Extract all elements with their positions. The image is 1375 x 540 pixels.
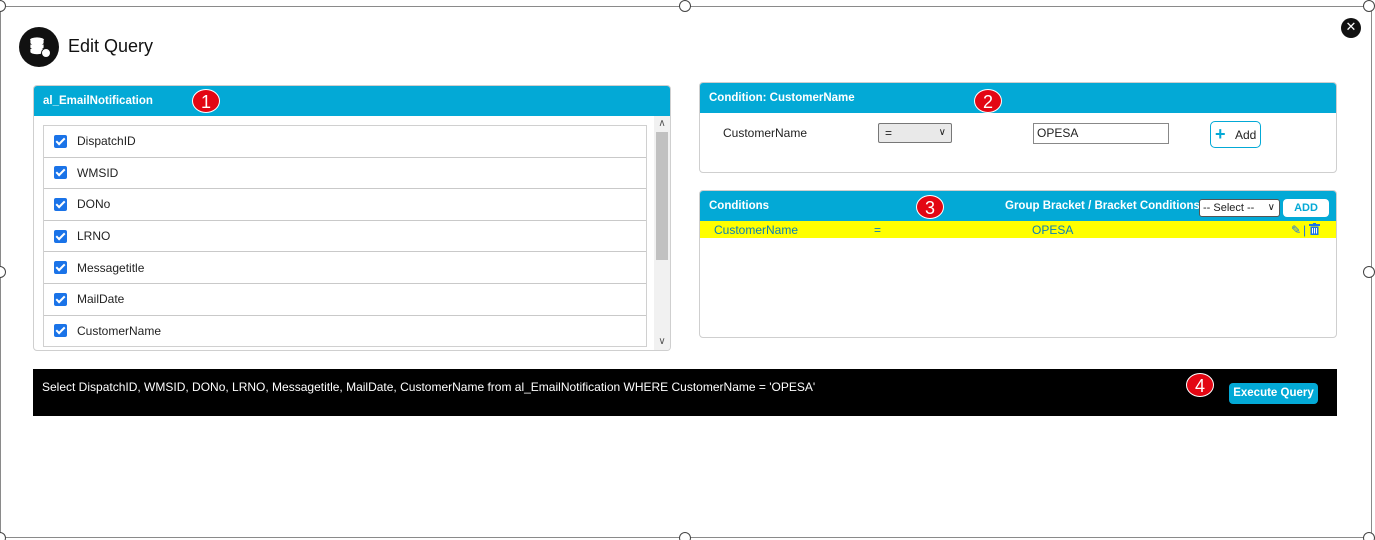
scroll-down-icon[interactable]: ∨ — [654, 335, 670, 349]
close-icon[interactable]: ✕ — [1341, 18, 1361, 38]
field-label: DONo — [77, 197, 111, 212]
execute-query-button[interactable]: Execute Query — [1229, 383, 1318, 404]
field-row[interactable]: DONo — [44, 189, 646, 221]
resize-handle-top-right[interactable] — [1363, 0, 1375, 12]
operator-select[interactable]: = ∨ — [878, 123, 952, 143]
field-label: DispatchID — [77, 134, 136, 149]
field-row[interactable]: LRNO — [44, 221, 646, 253]
step-badge-3: 3 — [916, 195, 944, 219]
condition-panel: Condition: CustomerName CustomerName = ∨… — [699, 82, 1337, 173]
group-bracket-label: Group Bracket / Bracket Conditions: — [1005, 200, 1204, 212]
operator-value: = — [885, 126, 893, 140]
field-label: Messagetitle — [77, 260, 145, 275]
resize-handle-middle-right[interactable] — [1363, 266, 1375, 278]
resize-handle-bottom-center[interactable] — [679, 532, 691, 540]
pencil-icon[interactable]: ✎ — [1291, 223, 1301, 237]
plus-icon: + — [1215, 124, 1226, 144]
condition-row-operator: = — [874, 223, 882, 237]
checkbox[interactable] — [54, 166, 67, 180]
trash-icon[interactable] — [1309, 223, 1320, 238]
step-badge-1: 1 — [192, 89, 220, 113]
dialog-title: Edit Query — [68, 36, 154, 56]
field-row[interactable]: DispatchID — [44, 126, 646, 158]
add-group-button[interactable]: ADD — [1283, 199, 1329, 217]
table-panel-header: al_EmailNotification — [34, 86, 670, 116]
condition-row-value: OPESA — [1032, 223, 1074, 237]
chevron-down-icon: ∨ — [938, 127, 946, 138]
add-label: Add — [1235, 128, 1257, 142]
field-row[interactable]: CustomerName — [44, 316, 646, 346]
group-select-value: -- Select -- — [1203, 202, 1255, 214]
field-list-scrollbar[interactable]: ∧ ∨ — [654, 116, 670, 350]
field-row[interactable]: Messagetitle — [44, 252, 646, 284]
checkbox[interactable] — [54, 229, 67, 243]
condition-value-input[interactable]: OPESA — [1033, 123, 1169, 144]
checkbox[interactable] — [54, 324, 67, 338]
condition-field-label: CustomerName — [723, 126, 808, 140]
table-fields-panel: al_EmailNotification DispatchID WMSID DO… — [33, 85, 671, 351]
conditions-panel: Conditions Group Bracket / Bracket Condi… — [699, 190, 1337, 338]
step-badge-2: 2 — [974, 89, 1002, 113]
field-label: LRNO — [77, 229, 111, 244]
condition-title: Condition: CustomerName — [709, 92, 855, 104]
group-bracket-select[interactable]: -- Select -- ∨ — [1199, 199, 1280, 217]
scroll-up-icon[interactable]: ∧ — [654, 117, 670, 131]
step-badge-4: 4 — [1186, 373, 1214, 397]
resize-handle-bottom-right[interactable] — [1363, 532, 1375, 540]
field-row[interactable]: WMSID — [44, 158, 646, 190]
field-row[interactable]: MailDate — [44, 284, 646, 316]
conditions-panel-header: Conditions Group Bracket / Bracket Condi… — [700, 191, 1336, 221]
checkbox[interactable] — [54, 197, 67, 211]
checkbox[interactable] — [54, 134, 67, 148]
condition-panel-header: Condition: CustomerName — [700, 83, 1336, 113]
field-label: MailDate — [77, 292, 125, 307]
query-bar: Select DispatchID, WMSID, DONo, LRNO, Me… — [33, 369, 1337, 416]
separator: | — [1303, 223, 1307, 237]
scroll-thumb[interactable] — [656, 132, 668, 260]
resize-handle-top-center[interactable] — [679, 0, 691, 12]
checkbox[interactable] — [54, 292, 67, 306]
table-name: al_EmailNotification — [43, 95, 153, 107]
sql-query-text: Select DispatchID, WMSID, DONo, LRNO, Me… — [42, 380, 816, 394]
conditions-title: Conditions — [709, 200, 770, 212]
database-icon — [19, 27, 59, 67]
checkbox[interactable] — [54, 261, 67, 275]
chevron-down-icon: ∨ — [1267, 202, 1275, 213]
add-condition-button[interactable]: + Add — [1210, 121, 1261, 148]
field-label: CustomerName — [77, 323, 162, 338]
field-list: DispatchID WMSID DONo LRNO Messagetitle … — [43, 125, 647, 347]
field-label: WMSID — [77, 165, 119, 180]
condition-row[interactable]: CustomerName = OPESA ✎ | — [700, 221, 1336, 238]
condition-row-field: CustomerName — [714, 223, 799, 237]
